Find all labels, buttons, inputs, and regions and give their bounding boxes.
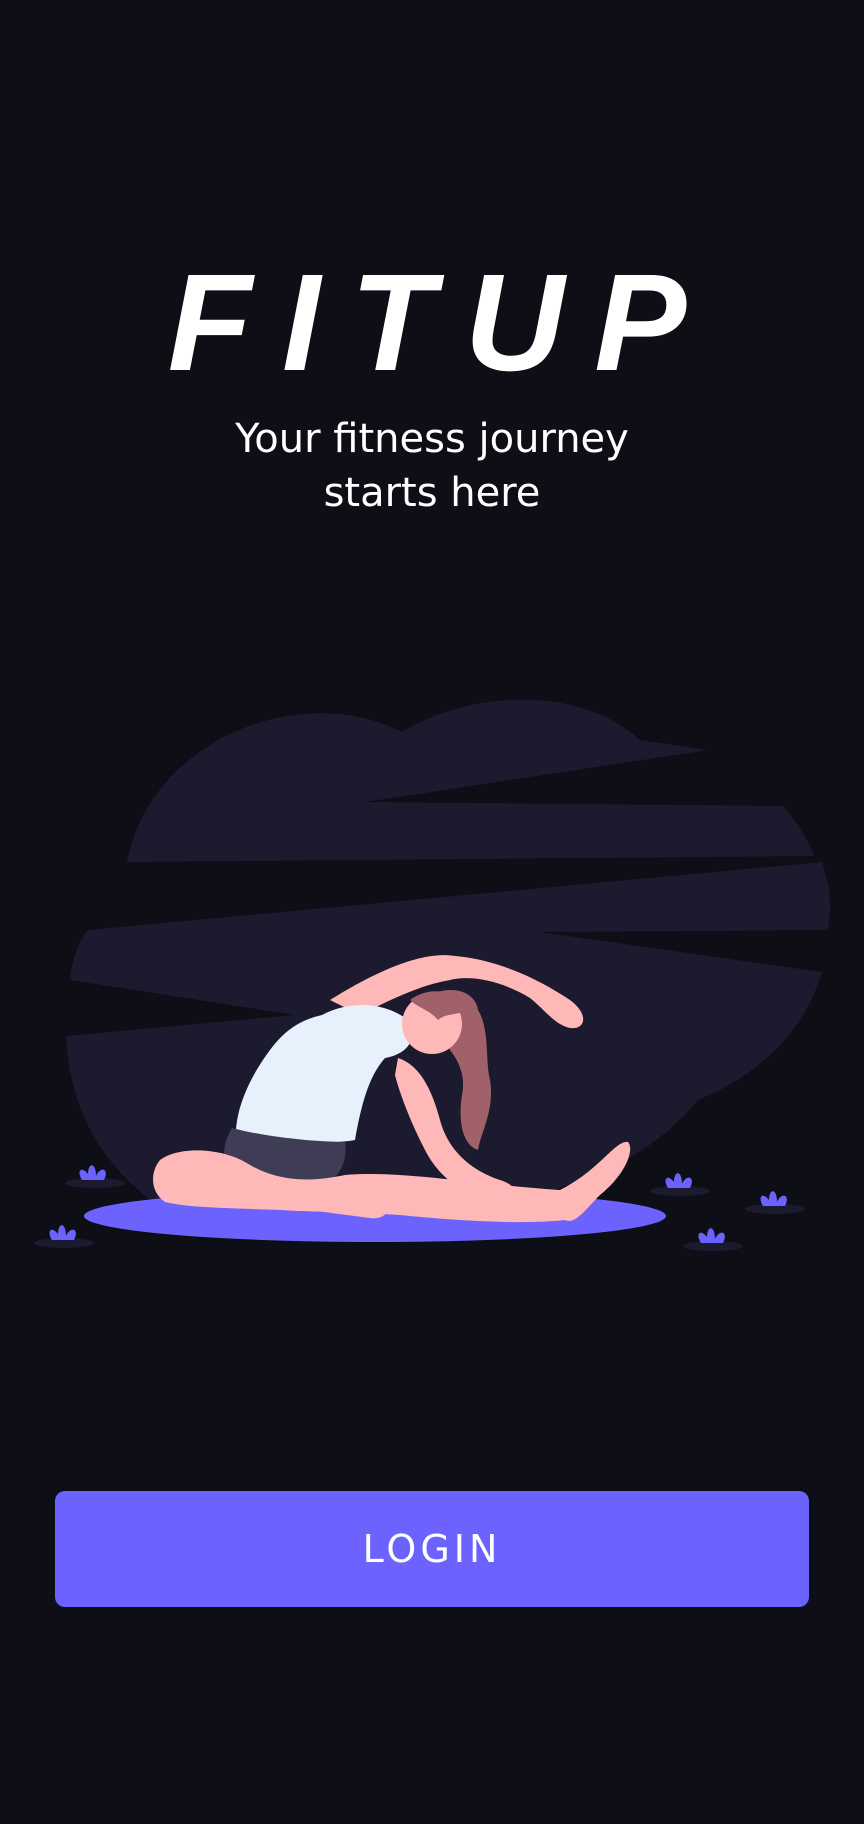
tagline: Your fitness journey starts here — [0, 412, 864, 520]
yoga-stretch-illustration — [34, 699, 830, 1251]
tagline-line-1: Your fitness journey — [235, 416, 629, 462]
login-button[interactable]: LOGIN — [55, 1491, 809, 1607]
app-title: FITUP — [167, 246, 717, 400]
tagline-line-2: starts here — [323, 470, 541, 516]
cloud-backdrop — [66, 699, 830, 1200]
splash-screen: FITUP Your fitness journey starts here L… — [0, 0, 864, 1824]
